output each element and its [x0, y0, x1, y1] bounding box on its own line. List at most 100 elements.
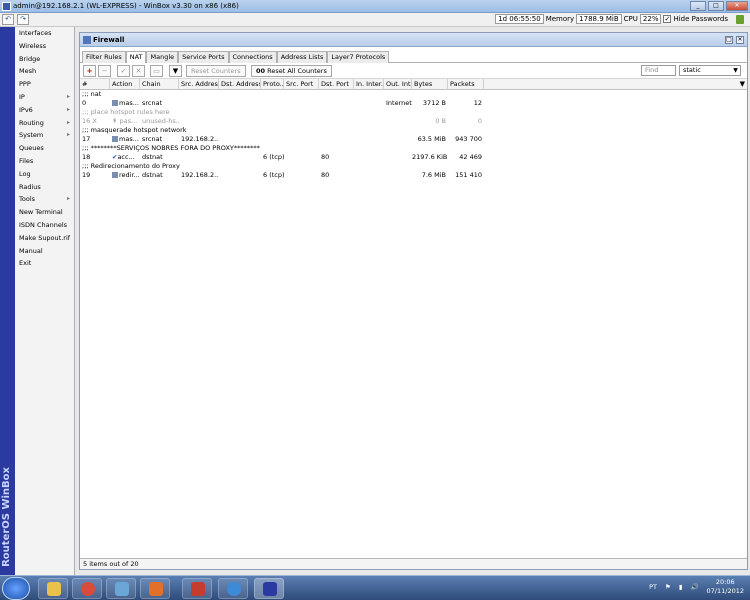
network-icon[interactable]: ▮ — [679, 583, 683, 591]
system-tray: PT ⚑ ▮ 🔊 20:06 07/11/2012 — [649, 578, 744, 596]
rule-comment: ;;; place hotspot rules here — [82, 108, 170, 116]
sidebar-item-files[interactable]: Files — [15, 155, 74, 168]
messenger-taskbar-icon[interactable] — [106, 578, 136, 599]
firewall-window: Firewall □ ✕ Filter Rules NAT Mangle Ser… — [79, 32, 748, 570]
reset-all-counters-button[interactable]: 00 Reset All Counters — [251, 65, 332, 77]
comment-icon[interactable]: ▭ — [150, 65, 163, 77]
sidebar-item-ip[interactable]: IP ▸ — [15, 91, 74, 104]
nat-rules-table: ;;; nat 0 mas... srcnat Internet 3712 B … — [80, 90, 747, 560]
chevron-down-icon[interactable]: ▼ — [731, 66, 740, 75]
volume-icon[interactable]: 🔊 — [690, 583, 698, 591]
table-row[interactable]: 0 mas... srcnat Internet 3712 B 12 — [80, 99, 747, 108]
chrome-taskbar-icon[interactable] — [72, 578, 102, 599]
table-row[interactable]: 18 ✔acc... dstnat 6 (tcp) 80 2197.6 KiB … — [80, 153, 747, 162]
media-taskbar-icon[interactable] — [182, 578, 212, 599]
comment-row[interactable]: ;;; place hotspot rules here — [80, 108, 747, 117]
sidebar-item-tools[interactable]: Tools ▸ — [15, 193, 74, 206]
close-button[interactable]: ✕ — [726, 1, 748, 11]
winbox-taskbar-icon[interactable] — [254, 578, 284, 599]
sidebar-item-system[interactable]: System ▸ — [15, 129, 74, 142]
close-icon[interactable]: ✕ — [736, 36, 744, 44]
uptime-value: 1d 06:55:50 — [495, 14, 544, 24]
column-header-chain[interactable]: Chain — [140, 79, 179, 90]
column-header-protocol[interactable]: Proto... — [261, 79, 284, 90]
add-icon[interactable]: + — [83, 65, 96, 77]
masquerade-icon — [112, 136, 118, 142]
hide-passwords-checkbox[interactable]: ✓ — [663, 15, 672, 23]
sidebar-item-log[interactable]: Log — [15, 168, 74, 181]
taskbar: PT ⚑ ▮ 🔊 20:06 07/11/2012 — [0, 575, 750, 600]
firewall-title: Firewall — [93, 36, 125, 44]
sidebar-item-make-supout[interactable]: Make Supout.rif — [15, 232, 74, 245]
tab-layer7-protocols[interactable]: Layer7 Protocols — [327, 51, 390, 63]
sidebar-item-bridge[interactable]: Bridge — [15, 53, 74, 66]
table-row[interactable]: 17 mas... srcnat 192.168.2.... 63.5 MiB … — [80, 135, 747, 144]
filter-icon[interactable]: ▼ — [169, 65, 182, 77]
maximize-button[interactable]: □ — [708, 1, 724, 11]
ie-taskbar-icon[interactable] — [218, 578, 248, 599]
sidebar-item-wireless[interactable]: Wireless — [15, 40, 74, 53]
status-area: 1d 06:55:50 Memory 1788.9 MiB CPU 22% ✓ … — [495, 14, 728, 24]
memory-label: Memory — [545, 15, 575, 23]
column-header-action[interactable]: Action — [110, 79, 140, 90]
sidebar-item-ipv6[interactable]: IPv6 ▸ — [15, 104, 74, 117]
submenu-arrow-icon: ▸ — [66, 92, 70, 100]
column-header-in-interface[interactable]: In. Inter... — [354, 79, 384, 90]
maximize-icon[interactable]: □ — [725, 36, 733, 44]
sidebar-item-queues[interactable]: Queues — [15, 142, 74, 155]
minimize-button[interactable]: _ — [690, 1, 706, 11]
tab-address-lists[interactable]: Address Lists — [276, 51, 328, 63]
redo-icon[interactable]: ↷ — [17, 14, 29, 25]
reset-counters-button[interactable]: Reset Counters — [186, 65, 246, 77]
media-player-taskbar-icon[interactable] — [140, 578, 170, 599]
remove-icon[interactable]: − — [98, 65, 111, 77]
sidebar-item-isdn-channels[interactable]: ISDN Channels — [15, 219, 74, 232]
table-row[interactable]: 19 redir... dstnat 192.168.2.... 6 (tcp)… — [80, 171, 747, 180]
sidebar-item-manual[interactable]: Manual — [15, 245, 74, 258]
sidebar-item-routing[interactable]: Routing ▸ — [15, 117, 74, 130]
language-indicator[interactable]: PT — [649, 583, 657, 591]
comment-row[interactable]: ;;; ********SERVIÇOS NOBRES FORA DO PROX… — [80, 144, 747, 153]
table-row[interactable]: 16 X ⇞ pas... unused-hs... 0 B 0 — [80, 117, 747, 126]
column-header-number[interactable]: # — [80, 79, 110, 90]
column-header-bytes[interactable]: Bytes — [412, 79, 448, 90]
sidebar-menu: Interfaces Wireless Bridge Mesh PPP IP ▸ … — [15, 27, 75, 575]
disable-icon[interactable]: ✕ — [132, 65, 145, 77]
sidebar-item-new-terminal[interactable]: New Terminal — [15, 206, 74, 219]
find-input[interactable]: Find — [641, 65, 676, 76]
sidebar-item-interfaces[interactable]: Interfaces — [15, 27, 74, 40]
column-header-src-address[interactable]: Src. Address — [179, 79, 219, 90]
comment-row[interactable]: ;;; Redirecionamento do Proxy — [80, 162, 747, 171]
flag-icon[interactable]: ⚑ — [665, 583, 671, 591]
sidebar-item-mesh[interactable]: Mesh — [15, 65, 74, 78]
tab-service-ports[interactable]: Service Ports — [178, 51, 229, 63]
enable-icon[interactable]: ✓ — [117, 65, 130, 77]
column-header-src-port[interactable]: Src. Port — [284, 79, 319, 90]
comment-row[interactable]: ;;; masquerade hotspot network — [80, 126, 747, 135]
lock-icon — [736, 15, 744, 24]
disabled-flag: X — [92, 117, 97, 125]
clock[interactable]: 20:06 07/11/2012 — [707, 578, 744, 596]
column-header-dst-address[interactable]: Dst. Address — [219, 79, 261, 90]
tab-filter-rules[interactable]: Filter Rules — [82, 51, 126, 63]
column-menu-icon[interactable]: ▼ — [740, 80, 745, 88]
firewall-icon — [83, 36, 91, 44]
clock-time: 20:06 — [715, 578, 735, 586]
sidebar-item-radius[interactable]: Radius — [15, 181, 74, 194]
submenu-arrow-icon: ▸ — [66, 131, 70, 139]
tab-bar: Filter Rules NAT Mangle Service Ports Co… — [80, 51, 747, 63]
rule-comment: ;;; ********SERVIÇOS NOBRES FORA DO PROX… — [82, 144, 260, 152]
tab-connections[interactable]: Connections — [228, 51, 277, 63]
window-title-bar: admin@192.168.2.1 (WL-EXPRESS) - WinBox … — [0, 0, 750, 13]
undo-icon[interactable]: ↶ — [2, 14, 14, 25]
start-button[interactable] — [2, 577, 30, 600]
explorer-taskbar-icon[interactable] — [38, 578, 68, 599]
tab-nat[interactable]: NAT — [125, 51, 147, 63]
column-header-packets[interactable]: Packets — [448, 79, 484, 90]
comment-row[interactable]: ;;; nat — [80, 90, 747, 99]
tab-mangle[interactable]: Mangle — [146, 51, 179, 63]
column-header-out-interface[interactable]: Out. Int... — [384, 79, 412, 90]
column-header-dst-port[interactable]: Dst. Port — [319, 79, 354, 90]
sidebar-item-exit[interactable]: Exit — [15, 257, 74, 270]
sidebar-item-ppp[interactable]: PPP — [15, 78, 74, 91]
